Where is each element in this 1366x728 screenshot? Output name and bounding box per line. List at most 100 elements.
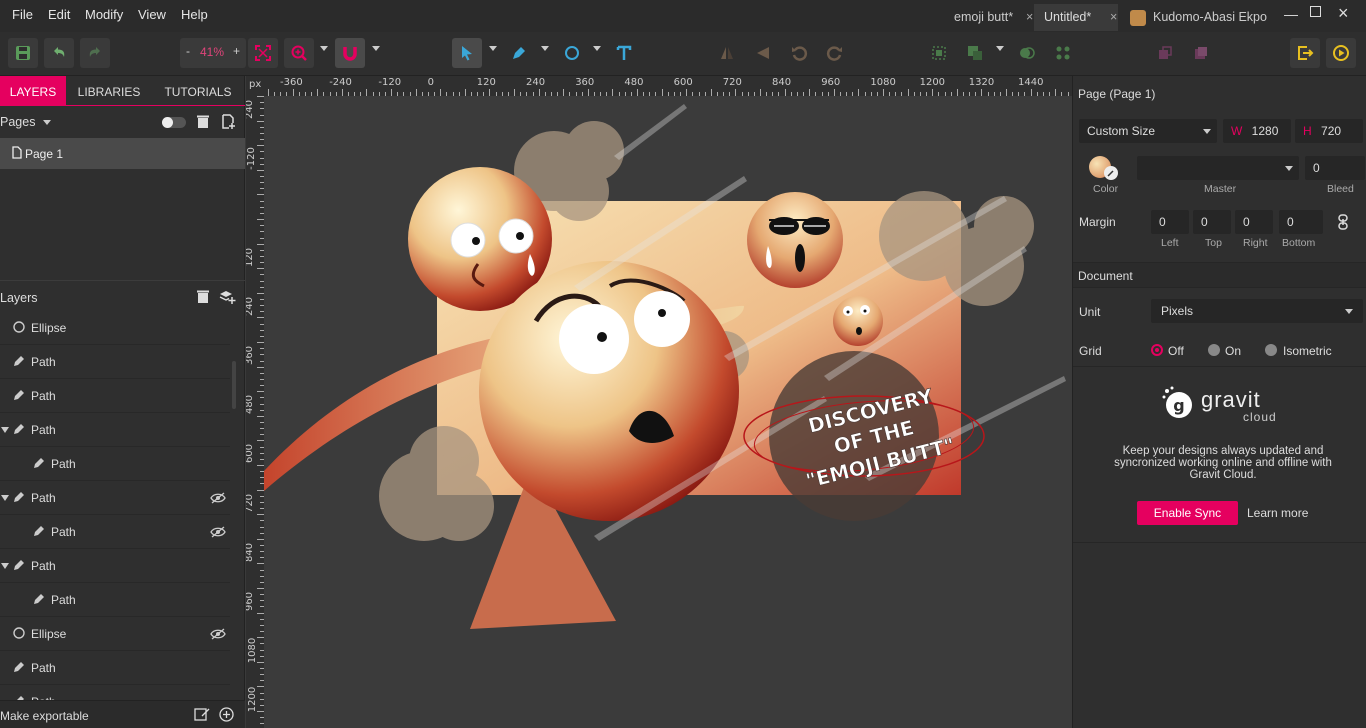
margin-right-field[interactable]: 0 — [1235, 210, 1273, 234]
flip-vertical-button[interactable] — [748, 38, 778, 68]
ball-small — [833, 296, 883, 346]
expand-triangle-icon[interactable] — [1, 563, 9, 569]
horizontal-ruler[interactable]: px -360 -240 -120 0 120 240 360 480 600 720 840 960… — [246, 76, 1072, 96]
add-export-icon[interactable] — [219, 707, 234, 725]
fit-canvas-button[interactable] — [248, 38, 278, 68]
hidden-eye-icon[interactable] — [210, 491, 226, 505]
trash-icon[interactable] — [196, 114, 210, 132]
grid-off-radio[interactable] — [1151, 344, 1163, 356]
link-margins-icon[interactable] — [1337, 214, 1349, 233]
zoom-tool-button[interactable] — [284, 38, 314, 68]
layer-row[interactable]: Path — [0, 549, 230, 583]
rotate-right-button[interactable] — [820, 38, 850, 68]
tab-untitled[interactable]: Untitled* × — [1034, 4, 1118, 31]
present-button[interactable] — [1326, 38, 1356, 68]
export-slice-icon[interactable] — [194, 707, 210, 725]
layer-row[interactable]: Path — [0, 481, 230, 515]
master-select[interactable] — [1137, 156, 1299, 180]
hidden-eye-icon[interactable] — [210, 627, 226, 641]
minimize-icon[interactable]: — — [1284, 6, 1298, 22]
hidden-eye-icon[interactable] — [210, 525, 226, 539]
expand-triangle-icon[interactable] — [1, 427, 9, 433]
layer-row[interactable]: Path — [0, 515, 230, 549]
add-page-icon[interactable] — [221, 114, 236, 132]
margin-left-field[interactable]: 0 — [1151, 210, 1189, 234]
bleed-field[interactable]: 0 — [1305, 156, 1365, 180]
tab-layers[interactable]: LAYERS — [0, 76, 66, 106]
layers-scrollbar[interactable] — [232, 361, 236, 409]
menu-help[interactable]: Help — [181, 7, 208, 22]
page-item-page-1[interactable]: Page 1 — [0, 138, 245, 169]
learn-more-link[interactable]: Learn more — [1247, 506, 1308, 520]
enable-sync-button[interactable]: Enable Sync — [1137, 501, 1238, 525]
make-exportable-label[interactable]: Make exportable — [0, 709, 89, 723]
artwork[interactable]: DISCOVERY OF THE "EMOJI BUTT" — [264, 96, 1072, 728]
save-button[interactable] — [8, 38, 38, 68]
chevron-down-icon[interactable] — [541, 46, 549, 51]
play-icon — [1333, 45, 1349, 61]
chevron-down-icon[interactable] — [320, 46, 328, 51]
rotate-left-button[interactable] — [784, 38, 814, 68]
tab-emoji-butt[interactable]: emoji butt* × — [944, 4, 1033, 31]
text-tool-button[interactable] — [609, 38, 639, 68]
canvas[interactable]: px -360 -240 -120 0 120 240 360 480 600 720 840 960… — [246, 76, 1072, 728]
layer-row[interactable]: Path — [0, 345, 230, 379]
chevron-down-icon[interactable] — [372, 46, 380, 51]
chevron-down-icon[interactable] — [996, 46, 1004, 51]
undo-button[interactable] — [44, 38, 74, 68]
menu-view[interactable]: View — [138, 7, 166, 22]
vertical-ruler[interactable]: 240 -120 0 120 240 360 480 600 720 840 960 1080 1200 — [246, 96, 264, 728]
margin-top-field[interactable]: 0 — [1193, 210, 1231, 234]
menu-modify[interactable]: Modify — [85, 7, 123, 22]
chevron-down-icon[interactable] — [593, 46, 601, 51]
close-icon[interactable]: × — [1026, 10, 1033, 24]
zoom-value[interactable]: 41% — [200, 45, 224, 59]
boolean-button[interactable] — [1012, 38, 1042, 68]
tab-user-profile[interactable]: Kudomo-Abasi Ekpo — [1120, 4, 1270, 31]
layer-row[interactable]: Path — [0, 413, 230, 447]
export-button[interactable] — [1290, 38, 1320, 68]
trash-icon[interactable] — [196, 289, 210, 307]
close-window-icon[interactable]: × — [1338, 3, 1349, 24]
expand-triangle-icon[interactable] — [1, 495, 9, 501]
layer-row[interactable]: Ellipse — [0, 617, 230, 651]
tab-tutorials[interactable]: TUTORIALS — [160, 76, 236, 106]
layer-row[interactable]: Path — [0, 685, 230, 701]
height-field[interactable]: H 720 — [1295, 119, 1363, 143]
eyedropper-icon[interactable] — [1104, 166, 1118, 180]
grid-on-radio[interactable] — [1208, 344, 1220, 356]
menu-file[interactable]: File — [12, 7, 33, 22]
close-icon[interactable]: × — [1110, 10, 1117, 24]
maximize-icon[interactable] — [1310, 6, 1321, 17]
flip-horizontal-button[interactable] — [712, 38, 742, 68]
arrange-button[interactable] — [960, 38, 990, 68]
chevron-down-icon[interactable] — [489, 46, 497, 51]
margin-bottom-field[interactable]: 0 — [1279, 210, 1323, 234]
redo-button[interactable] — [80, 38, 110, 68]
pages-toggle[interactable] — [162, 117, 186, 128]
mask-button[interactable] — [1150, 38, 1180, 68]
symbol-button[interactable] — [1186, 38, 1216, 68]
layer-row[interactable]: Path — [0, 651, 230, 685]
unit-select[interactable]: Pixels — [1151, 299, 1363, 323]
size-preset-select[interactable]: Custom Size — [1079, 119, 1217, 143]
group-button[interactable] — [924, 38, 954, 68]
ruler-tick — [317, 89, 319, 96]
zoom-out-button[interactable]: - — [186, 44, 190, 58]
chevron-down-icon[interactable] — [43, 120, 51, 125]
layer-row[interactable]: Path — [0, 583, 230, 617]
layer-row[interactable]: Path — [0, 447, 230, 481]
width-field[interactable]: W 1280 — [1223, 119, 1291, 143]
menu-edit[interactable]: Edit — [48, 7, 70, 22]
layer-row[interactable]: Ellipse — [0, 311, 230, 345]
layer-row[interactable]: Path — [0, 379, 230, 413]
snap-button[interactable] — [335, 38, 365, 68]
pointer-tool-button[interactable] — [452, 38, 482, 68]
ellipse-tool-button[interactable] — [557, 38, 587, 68]
zoom-in-button[interactable]: + — [233, 44, 240, 58]
tab-libraries[interactable]: LIBRARIES — [70, 76, 148, 106]
grid-isometric-radio[interactable] — [1265, 344, 1277, 356]
pen-tool-button[interactable] — [504, 38, 534, 68]
path-ops-button[interactable] — [1048, 38, 1078, 68]
add-layer-icon[interactable] — [219, 288, 236, 308]
